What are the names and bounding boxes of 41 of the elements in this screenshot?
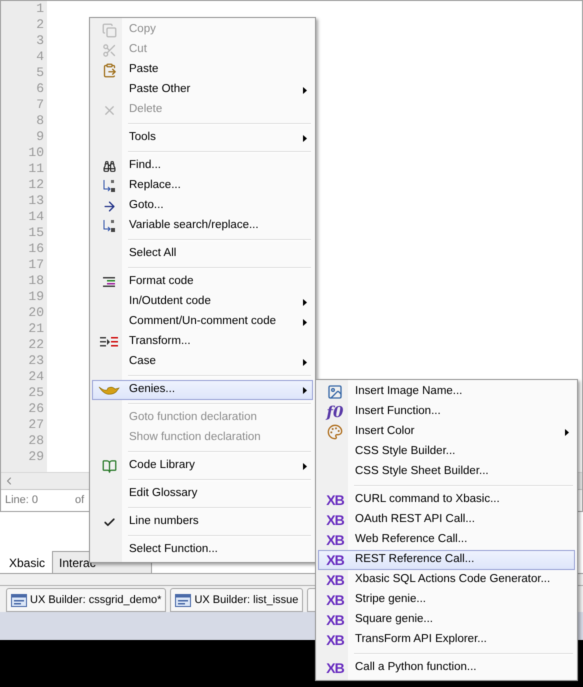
line-number: 18: [27, 273, 44, 289]
line-number: 6: [35, 81, 44, 97]
line-count: of: [75, 493, 84, 508]
line-number: 29: [27, 449, 44, 465]
line-number: 20: [27, 305, 44, 321]
line-number: 1: [35, 1, 44, 17]
xb-icon: XB: [326, 553, 344, 567]
line-number: 24: [27, 369, 44, 385]
xb-icon: XB: [326, 613, 344, 627]
line-number: 23: [27, 353, 44, 369]
line-number: 14: [27, 209, 44, 225]
line-number: 16: [27, 241, 44, 257]
line-number: 12: [27, 177, 44, 193]
line-number: 2: [35, 17, 44, 33]
xb-icon: XB: [326, 661, 344, 675]
xb-icon: XB: [326, 593, 344, 607]
xb-icon: XB: [326, 573, 344, 587]
xb-icon: XB: [326, 513, 344, 527]
line-number: 8: [35, 113, 44, 129]
xb-icon: XB: [326, 493, 344, 507]
line-number: 4: [35, 49, 44, 65]
line-number: 25: [27, 385, 44, 401]
line-number: 19: [27, 289, 44, 305]
function-icon: f0: [326, 404, 344, 420]
line-number: 10: [27, 145, 44, 161]
line-number: 22: [27, 337, 44, 353]
line-number: 21: [27, 321, 44, 337]
line-number: 17: [27, 257, 44, 273]
line-number: 27: [27, 417, 44, 433]
line-number: 11: [27, 161, 44, 177]
line-number: 26: [27, 401, 44, 417]
line-status: Line: 0: [5, 493, 40, 508]
xb-icon: XB: [326, 633, 344, 647]
line-number: 7: [35, 97, 44, 113]
line-number: 13: [27, 193, 44, 209]
line-number: 28: [27, 433, 44, 449]
line-number: 5: [35, 65, 44, 81]
line-number: 15: [27, 225, 44, 241]
line-number: 3: [35, 33, 44, 49]
xb-icon: XB: [326, 533, 344, 547]
line-number: 9: [35, 129, 44, 145]
